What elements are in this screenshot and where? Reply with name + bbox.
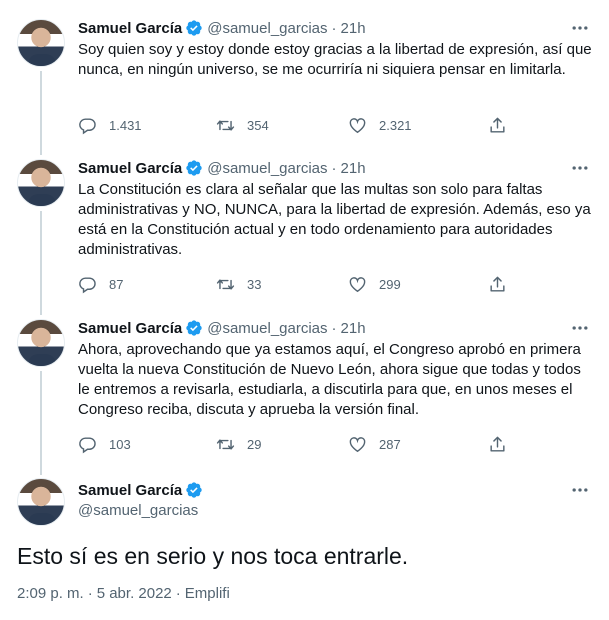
like-count: 2.321 xyxy=(379,117,412,133)
tweet-3[interactable]: Samuel García @samuel_garcias · 21h Ahor… xyxy=(0,310,609,475)
avatar[interactable] xyxy=(17,478,65,526)
like-count: 299 xyxy=(379,276,401,292)
retweet-button[interactable]: 29 xyxy=(216,434,261,454)
separator-dot: · xyxy=(331,19,337,37)
reply-button[interactable]: 87 xyxy=(78,274,123,294)
thread-connector xyxy=(40,71,42,155)
reply-count: 1.431 xyxy=(109,117,142,133)
like-button[interactable]: 287 xyxy=(348,434,401,454)
reply-count: 87 xyxy=(109,276,124,292)
author-handle[interactable]: @samuel_garcias xyxy=(78,502,207,519)
tweet-text: La Constitución es clara al señalar que … xyxy=(78,181,591,258)
author-name[interactable]: Samuel García xyxy=(78,160,182,177)
avatar[interactable] xyxy=(17,159,65,207)
share-icon xyxy=(490,276,505,292)
tweet-text: Ahora, aprovechando que ya estamos aquí,… xyxy=(78,341,581,418)
separator-dot: · xyxy=(87,585,93,602)
tweet-text: Soy quien soy y estoy donde estoy gracia… xyxy=(78,41,592,78)
separator-dot: · xyxy=(331,159,337,177)
reply-icon xyxy=(79,436,96,453)
share-button[interactable] xyxy=(488,115,507,135)
avatar[interactable] xyxy=(17,19,65,67)
retweet-icon xyxy=(216,438,235,450)
like-button[interactable]: 2.321 xyxy=(348,115,412,135)
main-tweet-text: Esto sí es en serio y nos toca entrarle. xyxy=(17,543,409,569)
share-button[interactable] xyxy=(488,434,507,454)
tweet-actions: 1.431 354 2.321 xyxy=(78,115,508,135)
tweet-actions: 103 29 287 xyxy=(78,434,508,454)
more-icon[interactable] xyxy=(570,480,590,500)
tweet-actions: 87 33 299 xyxy=(78,274,508,294)
main-tweet-author: Samuel García @samuel_garcias xyxy=(78,480,207,519)
author-handle[interactable]: @samuel_garcias xyxy=(207,320,327,337)
share-icon xyxy=(490,436,505,452)
reply-icon xyxy=(79,117,96,134)
reply-button[interactable]: 1.431 xyxy=(78,115,142,135)
verified-badge-icon xyxy=(186,160,202,176)
verified-badge-icon xyxy=(186,20,202,36)
share-icon xyxy=(490,117,505,133)
tweet-thread: Samuel García @samuel_garcias · 21h Soy … xyxy=(0,0,609,620)
retweet-icon xyxy=(216,278,235,290)
avatar[interactable] xyxy=(17,319,65,367)
tweet-2[interactable]: Samuel García @samuel_garcias · 21h La C… xyxy=(0,150,609,315)
separator-dot: · xyxy=(175,585,181,602)
author-name[interactable]: Samuel García xyxy=(78,320,182,337)
separator-dot: · xyxy=(331,319,337,337)
tweet-header: Samuel García @samuel_garcias · 21h xyxy=(78,17,366,39)
retweet-count: 29 xyxy=(247,436,262,452)
tweet-time[interactable]: 21h xyxy=(341,20,366,37)
reply-count: 103 xyxy=(109,436,131,452)
tweet-date[interactable]: 5 abr. 2022 xyxy=(97,585,172,602)
retweet-button[interactable]: 33 xyxy=(216,274,261,294)
thread-connector xyxy=(40,211,42,315)
like-icon xyxy=(349,276,366,292)
tweet-1[interactable]: Samuel García @samuel_garcias · 21h Soy … xyxy=(0,0,609,155)
tweet-header: Samuel García @samuel_garcias · 21h xyxy=(78,157,366,179)
author-handle[interactable]: @samuel_garcias xyxy=(207,160,327,177)
tweet-time[interactable]: 21h xyxy=(341,160,366,177)
more-icon[interactable] xyxy=(570,158,590,178)
tweet-time[interactable]: 21h xyxy=(341,320,366,337)
thread-connector xyxy=(40,371,42,475)
tweet-metadata: 2:09 p. m. · 5 abr. 2022 · Emplifi xyxy=(17,585,230,602)
tweet-timestamp[interactable]: 2:09 p. m. xyxy=(17,585,84,602)
retweet-count: 354 xyxy=(247,117,269,133)
reply-icon xyxy=(79,276,96,293)
verified-badge-icon xyxy=(186,320,202,336)
retweet-icon xyxy=(216,119,235,131)
like-icon xyxy=(349,436,366,452)
tweet-header: Samuel García @samuel_garcias · 21h xyxy=(78,317,366,339)
tweet-source[interactable]: Emplifi xyxy=(185,585,230,602)
author-name[interactable]: Samuel García xyxy=(78,20,182,37)
verified-badge-icon xyxy=(186,482,202,498)
like-icon xyxy=(349,117,366,133)
author-handle[interactable]: @samuel_garcias xyxy=(207,20,327,37)
like-button[interactable]: 299 xyxy=(348,274,401,294)
like-count: 287 xyxy=(379,436,401,452)
share-button[interactable] xyxy=(488,274,507,294)
author-name[interactable]: Samuel García xyxy=(78,482,182,499)
reply-button[interactable]: 103 xyxy=(78,434,131,454)
more-icon[interactable] xyxy=(570,18,590,38)
more-icon[interactable] xyxy=(570,318,590,338)
retweet-count: 33 xyxy=(247,276,262,292)
retweet-button[interactable]: 354 xyxy=(216,115,269,135)
